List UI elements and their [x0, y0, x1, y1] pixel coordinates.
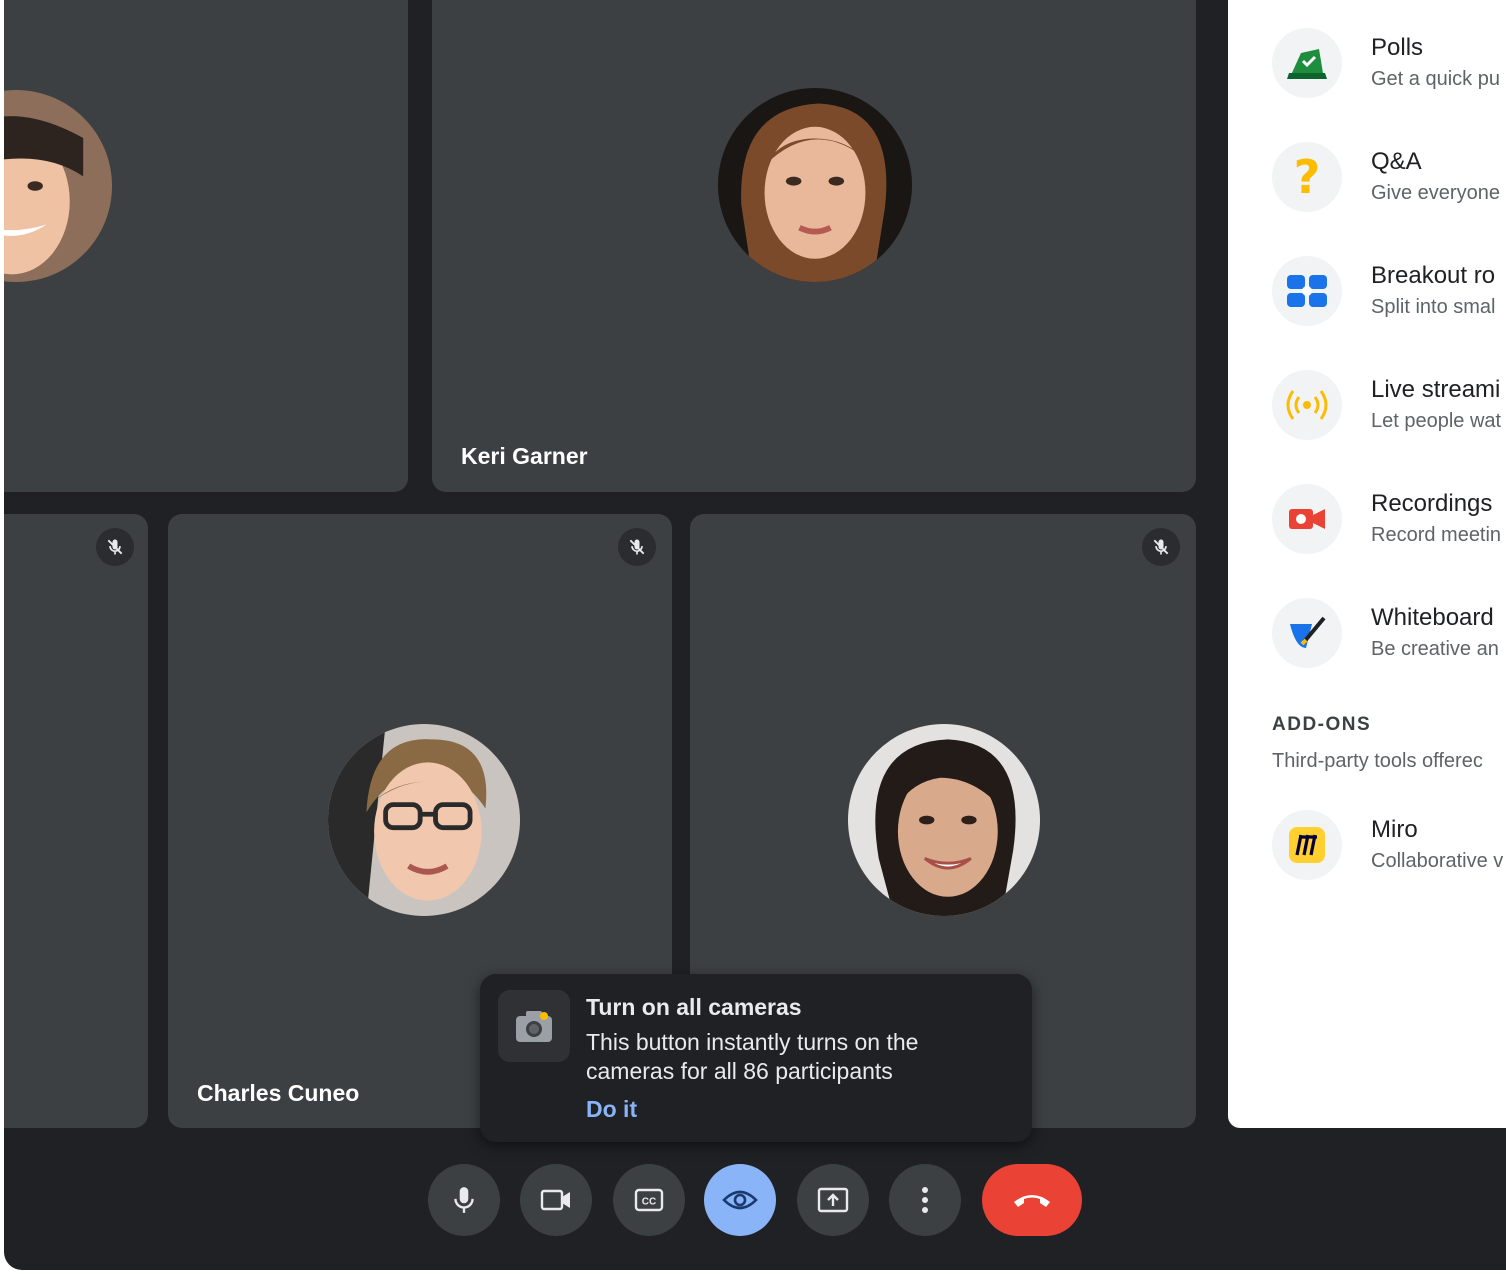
activity-subtitle: Give everyone [1371, 182, 1500, 204]
camera-all-button[interactable] [704, 1164, 776, 1236]
activity-subtitle: Be creative an [1371, 638, 1499, 660]
participant-tile[interactable] [4, 514, 148, 1128]
present-button[interactable] [797, 1164, 869, 1236]
participant-tile[interactable]: Keri Garner [432, 0, 1196, 492]
mic-off-icon [96, 528, 134, 566]
meeting-stage: Keri Garner Charles Cuneo Turn on all ca… [4, 0, 1506, 1270]
participant-avatar [4, 90, 112, 282]
mic-icon [454, 1187, 474, 1213]
participant-avatar [328, 724, 520, 916]
camera-button[interactable] [520, 1164, 592, 1236]
activity-title: Recordings [1371, 490, 1493, 517]
activity-title: Live streami [1371, 376, 1501, 403]
present-screen-icon [817, 1187, 849, 1213]
activity-polls[interactable]: Polls Get a quick pu [1228, 28, 1506, 118]
recording-icon [1272, 484, 1342, 554]
more-vert-icon [922, 1187, 928, 1213]
activity-live-streaming[interactable]: Live streami Let people wat [1228, 370, 1506, 460]
activity-subtitle: Get a quick pu [1371, 68, 1500, 90]
eye-icon [722, 1190, 758, 1210]
live-stream-icon [1272, 370, 1342, 440]
activities-panel: Polls Get a quick pu ? Q&A Give everyone… [1228, 0, 1506, 1128]
videocam-icon [540, 1189, 570, 1211]
turn-on-cameras-tooltip: Turn on all cameras This button instantl… [480, 974, 1032, 1142]
activity-whiteboard[interactable]: Whiteboard Be creative an [1228, 598, 1506, 688]
activity-title: Polls [1371, 34, 1424, 61]
tooltip-title: Turn on all cameras [586, 994, 802, 1020]
polls-icon [1272, 28, 1342, 98]
addon-miro[interactable]: Miro Collaborative v [1228, 810, 1506, 900]
mic-off-icon [1142, 528, 1180, 566]
participant-avatar [718, 88, 912, 282]
addons-subheading: Third-party tools offerec [1272, 750, 1483, 772]
captions-button[interactable]: CC [613, 1164, 685, 1236]
activity-subtitle: Record meetin [1371, 524, 1502, 546]
more-options-button[interactable] [889, 1164, 961, 1236]
breakout-rooms-icon [1272, 256, 1342, 326]
tooltip-body: This button instantly turns on the camer… [586, 1029, 919, 1084]
activity-recordings[interactable]: Recordings Record meetin [1228, 484, 1506, 574]
participant-avatar [848, 724, 1040, 916]
participant-name: Charles Cuneo [197, 1080, 360, 1106]
activity-title: Whiteboard [1371, 604, 1494, 631]
activity-subtitle: Split into smal [1371, 296, 1496, 318]
activity-subtitle: Collaborative v [1371, 850, 1504, 872]
activity-title: Miro [1371, 816, 1418, 843]
activity-subtitle: Let people wat [1371, 410, 1502, 432]
question-icon: ? [1272, 142, 1342, 212]
activity-title: Q&A [1371, 148, 1422, 175]
participant-tile[interactable] [4, 0, 408, 492]
addons-heading: ADD-ONS [1272, 714, 1372, 735]
miro-icon [1272, 810, 1342, 880]
microphone-button[interactable] [428, 1164, 500, 1236]
svg-text:CC: CC [642, 1197, 656, 1208]
mic-off-icon [618, 528, 656, 566]
activity-breakout-rooms[interactable]: Breakout ro Split into smal [1228, 256, 1506, 346]
camera-sparkle-icon [498, 990, 570, 1062]
do-it-link[interactable]: Do it [586, 1096, 637, 1123]
leave-call-button[interactable] [982, 1164, 1082, 1236]
participant-name: Keri Garner [461, 443, 588, 469]
call-end-icon [1014, 1195, 1050, 1207]
closed-caption-icon: CC [634, 1188, 664, 1212]
whiteboard-icon [1272, 598, 1342, 668]
activity-title: Breakout ro [1371, 262, 1496, 289]
activity-qa[interactable]: ? Q&A Give everyone [1228, 142, 1506, 232]
